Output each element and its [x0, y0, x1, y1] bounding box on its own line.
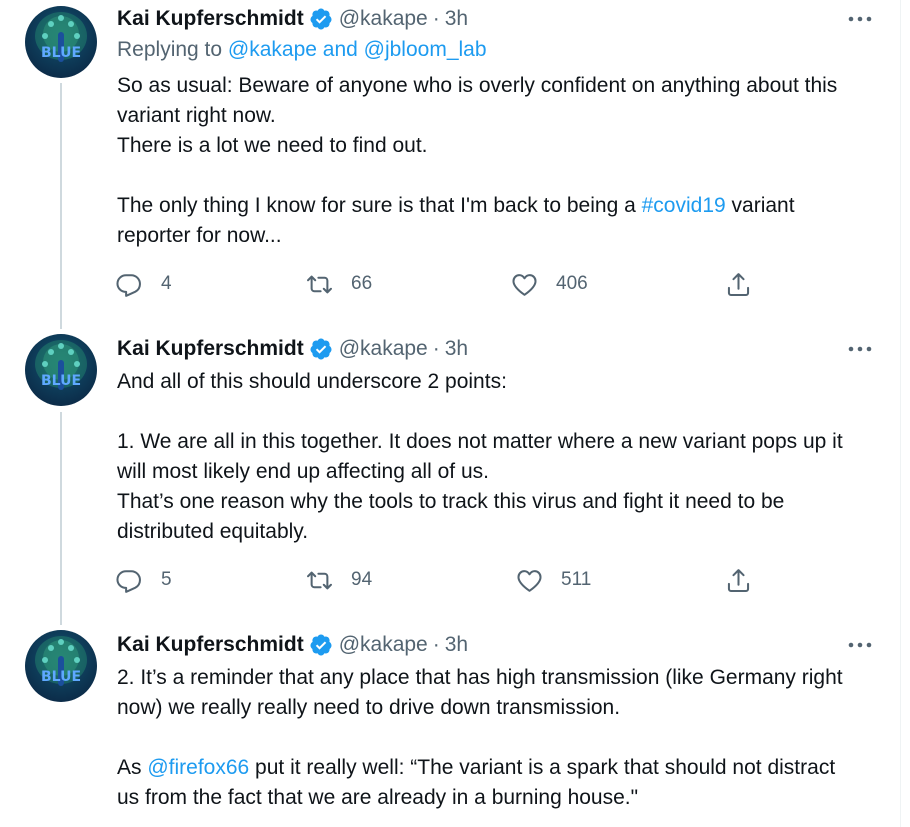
tweet-text-line: And all of this should underscore 2 poin… — [117, 370, 507, 393]
retweet-count: 66 — [351, 273, 373, 294]
avatar[interactable]: BLUE — [25, 6, 97, 78]
share-icon — [727, 568, 750, 592]
author-name[interactable]: Kai Kupferschmidt — [117, 633, 304, 657]
tweet-text-line: There is a lot we need to find out. — [117, 134, 428, 157]
action-bar: 5 94 511 — [116, 565, 776, 595]
tweet-text-line: The only thing I know for sure is that I… — [117, 194, 795, 247]
author-name[interactable]: Kai Kupferschmidt — [117, 337, 304, 361]
retweet-button[interactable]: 94 — [306, 565, 372, 595]
like-count: 511 — [561, 569, 592, 590]
share-button[interactable] — [725, 565, 752, 595]
tweet[interactable]: BLUE Kai Kupferschmidt @kakape · 3h And … — [0, 334, 901, 614]
retweet-count: 94 — [351, 569, 373, 590]
like-count: 406 — [556, 273, 588, 294]
separator-dot: · — [432, 337, 440, 360]
reply-button[interactable]: 5 — [116, 565, 172, 595]
verified-badge-icon — [309, 633, 333, 657]
heart-icon — [512, 273, 537, 296]
share-button[interactable] — [725, 269, 752, 299]
author-name[interactable]: Kai Kupferschmidt — [117, 7, 304, 31]
like-button[interactable]: 406 — [511, 269, 588, 299]
more-options-icon[interactable] — [846, 636, 874, 654]
replying-to: Replying to @kakape and @jbloom_lab — [117, 38, 487, 62]
tweet-text: And all of this should underscore 2 poin… — [117, 367, 857, 547]
reply-icon — [116, 569, 141, 593]
reply-button[interactable]: 4 — [116, 269, 172, 299]
thread-panel: BLUE Kai Kupferschmidt @kakape · 3h Repl… — [0, 0, 901, 827]
author-handle[interactable]: @kakape — [339, 633, 428, 657]
hashtag-link[interactable]: #covid19 — [642, 194, 726, 217]
verified-badge-icon — [309, 7, 333, 31]
tweet-text-line: So as usual: Beware of anyone who is ove… — [117, 74, 838, 127]
tweet[interactable]: BLUE Kai Kupferschmidt @kakape · 3h Repl… — [0, 4, 901, 314]
tweet-text-line: That’s one reason why the tools to track… — [117, 490, 785, 543]
separator-dot: · — [432, 633, 440, 656]
like-button[interactable]: 511 — [516, 565, 591, 595]
more-options-icon[interactable] — [846, 340, 874, 358]
svg-text:BLUE: BLUE — [41, 669, 81, 685]
retweet-button[interactable]: 66 — [306, 269, 372, 299]
tweet-text: So as usual: Beware of anyone who is ove… — [117, 71, 857, 251]
more-options-icon[interactable] — [846, 10, 874, 28]
peacock-avatar-image: BLUE — [35, 340, 87, 390]
svg-text:BLUE: BLUE — [41, 373, 81, 389]
reply-count: 4 — [161, 273, 172, 294]
tweet-text-line: 2. It’s a reminder that any place that h… — [117, 666, 843, 719]
separator-dot: · — [432, 7, 440, 30]
mention-link[interactable]: @firefox66 — [147, 756, 249, 779]
replying-to-link[interactable]: @kakape and @jbloom_lab — [228, 38, 487, 61]
retweet-icon — [307, 571, 332, 589]
reply-count: 5 — [161, 569, 172, 590]
tweet-header: Kai Kupferschmidt @kakape · 3h — [117, 4, 468, 34]
peacock-avatar-image: BLUE — [35, 12, 87, 62]
svg-text:BLUE: BLUE — [41, 45, 81, 61]
replying-prefix: Replying to — [117, 38, 228, 61]
avatar[interactable]: BLUE — [25, 334, 97, 406]
timestamp[interactable]: 3h — [445, 337, 468, 361]
avatar[interactable]: BLUE — [25, 630, 97, 702]
reply-icon — [116, 273, 141, 297]
peacock-avatar-image: BLUE — [35, 636, 87, 686]
share-icon — [727, 272, 750, 296]
tweet-header: Kai Kupferschmidt @kakape · 3h — [117, 630, 468, 660]
tweet-text-line: As @firefox66 put it really well: “The v… — [117, 756, 836, 809]
action-bar: 4 66 406 — [116, 269, 776, 299]
tweet-header: Kai Kupferschmidt @kakape · 3h — [117, 334, 468, 364]
tweet[interactable]: BLUE Kai Kupferschmidt @kakape · 3h 2. I… — [0, 630, 901, 827]
tweet-text-line: 1. We are all in this together. It does … — [117, 430, 843, 483]
timestamp[interactable]: 3h — [445, 7, 468, 31]
timestamp[interactable]: 3h — [445, 633, 468, 657]
tweet-text: 2. It’s a reminder that any place that h… — [117, 663, 857, 813]
retweet-icon — [307, 275, 332, 293]
verified-badge-icon — [309, 337, 333, 361]
heart-icon — [517, 569, 542, 592]
author-handle[interactable]: @kakape — [339, 337, 428, 361]
author-handle[interactable]: @kakape — [339, 7, 428, 31]
